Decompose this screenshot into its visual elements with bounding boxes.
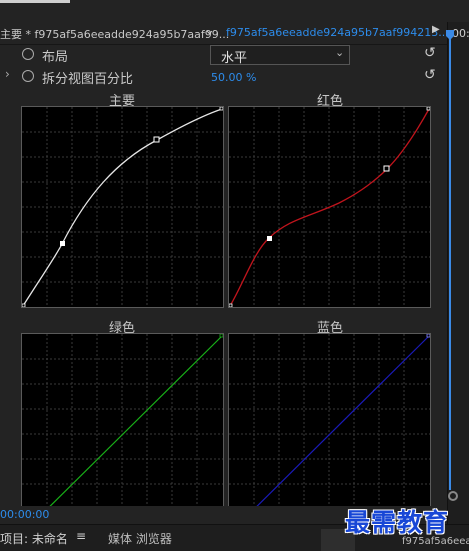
tab-media-browser[interactable]: 媒体 浏览器 (108, 530, 172, 547)
curve-endpoint[interactable] (229, 303, 233, 307)
stopwatch-icon[interactable] (22, 48, 34, 60)
reset-icon[interactable]: ↺ (424, 45, 436, 61)
expand-chevron-icon[interactable]: › (5, 67, 10, 81)
curve-endpoint[interactable] (219, 107, 223, 111)
layout-select[interactable]: 水平 ⌄ (210, 45, 350, 66)
curve-endpoint[interactable] (219, 334, 223, 338)
layout-label: 布局 (42, 50, 69, 65)
layout-value: 水平 (221, 51, 248, 66)
layout-row: 布局 水平 ⌄ ↺ (0, 44, 447, 66)
current-timecode[interactable]: 00:00:00 (0, 508, 49, 521)
play-triangle-icon[interactable]: ▶ (432, 24, 440, 35)
playhead-line[interactable] (449, 38, 451, 490)
watermark-logo: 最需教育 (345, 508, 450, 537)
tab-active-clip[interactable]: f975af5a6eeadde924a95b7aaf994213... (226, 26, 449, 39)
split-label: 拆分视图百分比 (42, 72, 134, 87)
curve-point[interactable] (267, 236, 272, 241)
curve-endpoint[interactable] (426, 334, 430, 338)
timeline-timecode: 00:0 (452, 27, 469, 40)
stopwatch-icon[interactable] (22, 70, 34, 82)
chevron-down-icon[interactable]: ⌄ (204, 23, 215, 38)
tab-project[interactable]: 项目: 未命名 (0, 530, 68, 547)
split-value[interactable]: 50.00 % (211, 71, 256, 84)
panel-menu-icon[interactable]: ≡ (76, 529, 86, 543)
green-curve-graph[interactable] (21, 333, 224, 508)
curve-point[interactable] (383, 165, 390, 172)
curve-endpoint[interactable] (22, 303, 26, 307)
master-curve-graph[interactable] (21, 106, 224, 308)
curve-endpoint[interactable] (426, 107, 430, 111)
blue-curve-graph[interactable] (228, 333, 431, 508)
top-left-highlight (0, 0, 70, 3)
curve-point[interactable] (60, 241, 65, 246)
split-row: › 拆分视图百分比 50.00 % ↺ (0, 66, 447, 88)
curve-point[interactable] (153, 136, 160, 143)
scroll-handle-icon[interactable] (448, 491, 458, 501)
tab-master[interactable]: 主要 * f975af5a6eeadde924a95b7aaf99... (0, 26, 229, 42)
reset-icon[interactable]: ↺ (424, 67, 436, 83)
red-curve-graph[interactable] (228, 106, 431, 308)
tab-bar: 主要 * f975af5a6eeadde924a95b7aaf99... ⌄ f… (0, 22, 449, 45)
chevron-down-icon: ⌄ (335, 46, 345, 59)
